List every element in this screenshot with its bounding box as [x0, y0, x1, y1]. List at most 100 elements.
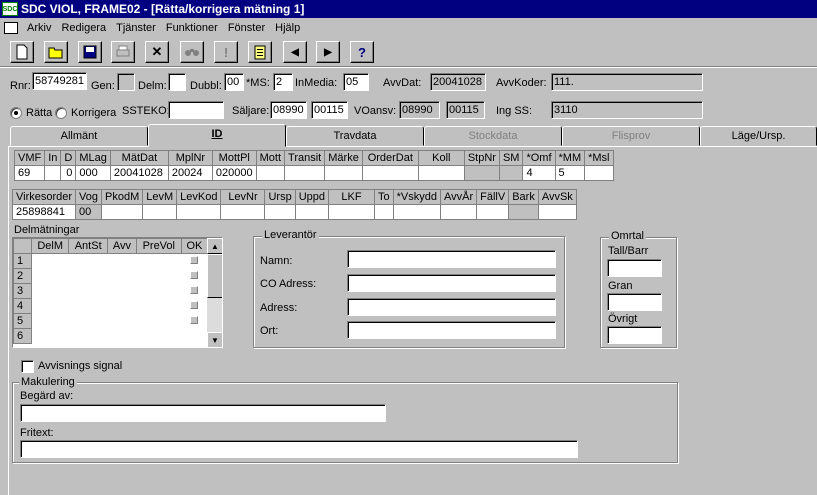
cell-mottpl[interactable]: 020000	[211, 165, 257, 181]
cell-levnr[interactable]	[220, 204, 266, 220]
avvisnings-checkbox[interactable]	[21, 360, 34, 373]
cell-virkesorder[interactable]: 25898841	[11, 204, 77, 220]
cell-msl[interactable]	[584, 165, 614, 181]
ok-checkbox[interactable]	[190, 256, 199, 265]
rnr-field[interactable]: 58749281	[32, 72, 87, 90]
cell-matdat[interactable]: 20041028	[109, 165, 169, 181]
avvkoder-field: 111.	[551, 73, 703, 91]
namn-field[interactable]	[347, 250, 556, 268]
cell-vog: 00	[75, 204, 103, 220]
ok-checkbox[interactable]	[190, 301, 199, 309]
gran-field[interactable]	[607, 293, 662, 311]
col-koll: Koll	[417, 150, 465, 166]
title-bar: SDC SDC VIOL, FRAME02 - [Rätta/korrigera…	[0, 0, 817, 18]
cell-omf[interactable]: 4	[522, 165, 556, 181]
cell-pkodm[interactable]	[101, 204, 144, 220]
inmedia-field[interactable]: 05	[343, 73, 369, 91]
cell-ursp[interactable]	[264, 204, 296, 220]
ok-checkbox[interactable]	[190, 271, 199, 279]
cell-marke[interactable]	[324, 165, 363, 181]
cell-fallv[interactable]	[476, 204, 510, 220]
save-disk-icon[interactable]	[78, 41, 102, 63]
cell-avvar[interactable]	[439, 204, 478, 220]
cell-koll[interactable]	[417, 165, 465, 181]
arrow-right-icon[interactable]: ▶	[316, 41, 340, 63]
ort-field[interactable]	[347, 321, 556, 339]
saljare-field-2[interactable]: 00115	[311, 101, 348, 119]
new-document-icon[interactable]	[10, 41, 34, 63]
tab-flisprov[interactable]: Flisprov	[562, 126, 700, 146]
exclamation-icon[interactable]: !	[214, 41, 238, 63]
cell-lkf[interactable]	[328, 204, 376, 220]
fritext-field[interactable]	[20, 440, 578, 458]
ok-checkbox[interactable]	[190, 286, 199, 294]
menu-fonster[interactable]: Fönster	[223, 22, 270, 34]
tall-barr-field[interactable]	[607, 259, 662, 277]
makulering-title: Makulering	[19, 376, 77, 388]
list-item[interactable]: 6	[13, 328, 208, 344]
cell-sm	[498, 165, 524, 181]
open-folder-icon[interactable]	[44, 41, 68, 63]
tab-allmant[interactable]: Allmänt	[10, 126, 148, 146]
adress-field[interactable]	[347, 298, 556, 316]
col-mott: Mott	[255, 150, 286, 166]
tab-id[interactable]: ID	[148, 124, 286, 147]
gen-field[interactable]	[117, 73, 135, 91]
help-question-icon[interactable]: ?	[350, 41, 374, 63]
print-icon[interactable]	[111, 41, 135, 63]
ms-field[interactable]: 2	[273, 73, 293, 91]
co-adress-field[interactable]	[347, 274, 556, 292]
menu-arkiv[interactable]: Arkiv	[22, 22, 56, 34]
saljare-field-1[interactable]: 08990	[270, 101, 307, 119]
cell-in[interactable]	[44, 165, 62, 181]
tab-travdata[interactable]: Travdata	[286, 126, 424, 146]
system-menu-icon[interactable]	[4, 22, 18, 34]
korrigera-radio[interactable]	[55, 107, 67, 119]
gran-label: Gran	[608, 280, 633, 292]
delete-x-icon[interactable]: ✕	[145, 41, 169, 63]
ssteko-field[interactable]	[168, 101, 224, 119]
list-item[interactable]: 1	[13, 253, 208, 269]
cell-mlag[interactable]: 000	[75, 165, 111, 181]
list-item[interactable]: 5	[13, 313, 208, 329]
col-vskydd: *Vskydd	[392, 189, 442, 205]
dubbl-label: Dubbl:	[190, 80, 222, 92]
menu-funktioner[interactable]: Funktioner	[161, 22, 223, 34]
cell-levm[interactable]	[142, 204, 178, 220]
table-row: 69 0 000 20041028 20024 020000 4 5	[13, 165, 614, 181]
cell-mplnr[interactable]: 20024	[167, 165, 213, 181]
cell-d[interactable]: 0	[60, 165, 77, 181]
tab-stockdata[interactable]: Stockdata	[424, 126, 562, 146]
cell-uppd[interactable]	[294, 204, 330, 220]
scroll-up-icon[interactable]: ▲	[207, 238, 222, 254]
tab-lage-ursp[interactable]: Läge/Ursp.	[700, 126, 817, 146]
ok-checkbox[interactable]	[190, 316, 199, 324]
cell-vmf[interactable]: 69	[13, 165, 46, 181]
binoculars-icon[interactable]	[180, 41, 204, 63]
menu-redigera[interactable]: Redigera	[56, 22, 111, 34]
list-item[interactable]: 3	[13, 283, 208, 299]
cell-transit[interactable]	[284, 165, 326, 181]
scroll-down-icon[interactable]: ▼	[207, 332, 222, 347]
list-item[interactable]: 2	[13, 268, 208, 284]
cell-avvsk[interactable]	[537, 204, 577, 220]
vertical-scrollbar[interactable]: ▲ ▼	[207, 238, 222, 347]
menu-tjanster[interactable]: Tjänster	[111, 22, 161, 34]
menu-hjalp[interactable]: Hjälp	[270, 22, 305, 34]
list-item[interactable]: 4	[13, 298, 208, 314]
begard-field[interactable]	[20, 404, 386, 422]
dubbl-field[interactable]: 00	[224, 73, 244, 91]
scroll-thumb[interactable]	[207, 254, 222, 298]
ratta-radio[interactable]	[10, 107, 22, 119]
cell-orderdat[interactable]	[361, 165, 419, 181]
ovrigt-field[interactable]	[607, 326, 662, 344]
clipboard-icon[interactable]	[248, 41, 272, 63]
col-bark: Bark	[508, 189, 539, 205]
cell-mm[interactable]: 5	[554, 165, 586, 181]
delm-field[interactable]	[168, 73, 186, 91]
cell-vskydd[interactable]	[392, 204, 442, 220]
cell-to[interactable]	[374, 204, 394, 220]
arrow-left-icon[interactable]: ◀	[283, 41, 307, 63]
cell-levkod[interactable]	[176, 204, 222, 220]
cell-mott[interactable]	[255, 165, 286, 181]
